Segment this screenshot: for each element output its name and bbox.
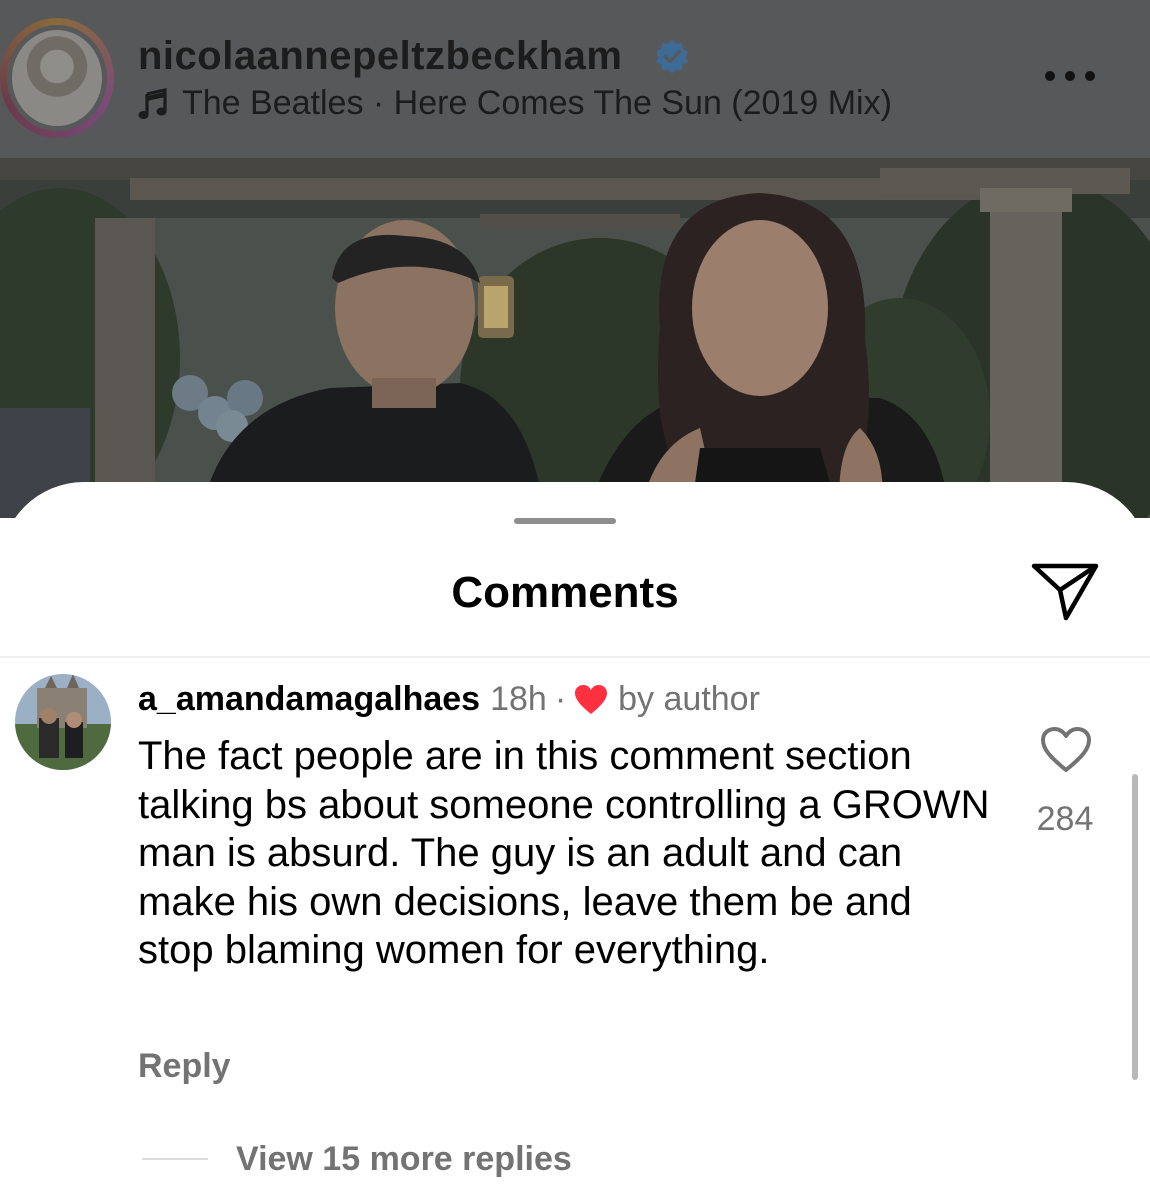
music-label: The Beatles · Here Comes The Sun (2019 M… (182, 84, 892, 122)
comment-username[interactable]: a_amandamagalhaes (138, 680, 480, 719)
commenter-avatar[interactable] (15, 674, 111, 770)
author-avatar[interactable] (0, 18, 114, 138)
like-count: 284 (1036, 800, 1094, 838)
sheet-title: Comments (451, 568, 679, 617)
post-username[interactable]: nicolaannepeltzbeckham (138, 34, 622, 79)
view-more-replies-button[interactable]: View 15 more replies (236, 1140, 572, 1179)
post-header: nicolaannepeltzbeckham The Beatles · Her… (0, 0, 1150, 158)
heart-filled-icon (575, 684, 608, 714)
music-note-icon (138, 87, 167, 119)
heart-outline-icon[interactable] (1040, 726, 1092, 774)
comment-time: 18h (490, 680, 547, 718)
post-image-content (0, 158, 1150, 518)
comments-sheet: Comments a_amandamagalhaes 18h · by auth… (0, 482, 1150, 1194)
divider (0, 656, 1150, 658)
screen: nicolaannepeltzbeckham The Beatles · Her… (0, 0, 1150, 1194)
scrollbar[interactable] (1132, 774, 1138, 1080)
post-music[interactable]: The Beatles · Here Comes The Sun (2019 M… (138, 84, 892, 123)
verified-badge-icon (656, 39, 688, 74)
comment-meta: a_amandamagalhaes 18h · by author (138, 680, 760, 719)
reply-button[interactable]: Reply (138, 1047, 231, 1086)
liked-by-author: by author (618, 680, 760, 718)
more-options-icon[interactable] (1030, 58, 1110, 94)
comment-text: The fact people are in this comment sect… (138, 734, 990, 972)
meta-separator: · (554, 680, 567, 718)
post-image (0, 158, 1150, 518)
drag-handle[interactable] (514, 518, 616, 524)
replies-line (142, 1158, 208, 1160)
send-icon[interactable] (1030, 560, 1102, 624)
